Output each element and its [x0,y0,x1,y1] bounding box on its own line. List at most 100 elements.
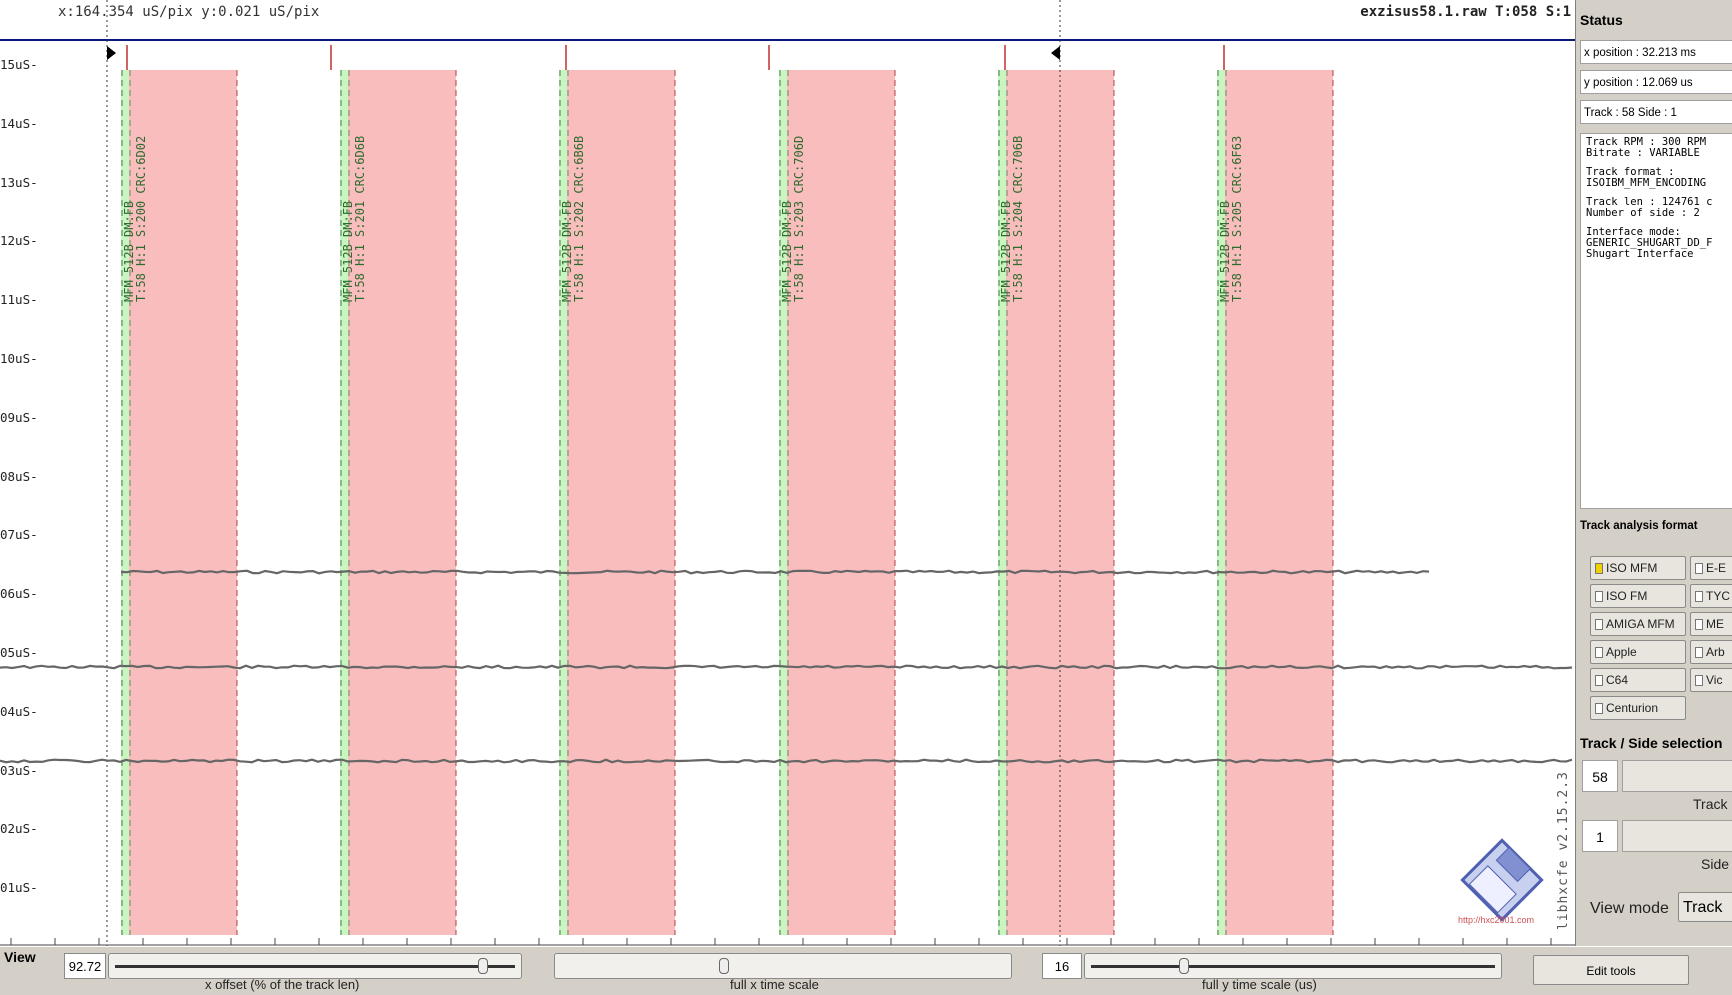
status-title: Status [1580,12,1623,28]
format-option-label: Apple [1606,645,1637,659]
track-info-line: Shugart Interface [1586,248,1694,260]
format-option-label: TYC [1706,589,1730,603]
y-axis-label: 11uS- [0,292,38,308]
format-option-label: AMIGA MFM [1606,617,1675,631]
sector-id-label: T:58 H:1 S:202 CRC:6B6B [572,135,586,302]
format-option-me[interactable]: ME [1690,612,1732,636]
view-label: View [4,949,36,965]
y-axis-label: 01uS- [0,880,38,896]
format-option-label: ISO FM [1606,589,1648,603]
sector-id-label: T:58 H:1 S:203 CRC:706D [792,135,806,302]
y-scale-value[interactable]: 16 [1042,953,1082,979]
format-option-c64[interactable]: C64 [1590,668,1686,692]
sector-id-label: T:58 H:1 S:205 CRC:6F63 [1230,135,1244,302]
y-axis-label: 14uS- [0,115,38,131]
right-cursor-arrow-icon [1051,46,1060,60]
track-side-field: Track : 58 Side : 1 [1580,100,1732,124]
checkbox-icon[interactable] [1595,703,1603,715]
format-option-iso-fm[interactable]: ISO FM [1590,584,1686,608]
format-option-apple[interactable]: Apple [1590,640,1686,664]
format-option-iso-mfm[interactable]: ISO MFM [1590,556,1686,580]
checkbox-icon[interactable] [1695,675,1703,687]
view-mode-label: View mode [1590,900,1669,917]
analysis-title: Track analysis format [1580,520,1698,532]
y-axis-label: 12uS- [0,233,38,249]
view-mode-select[interactable]: Track [1678,892,1732,922]
right-panel: Status x position : 32.213 ms y position… [1576,0,1732,946]
pulse-trace-long [120,569,1430,575]
format-option-centurion[interactable]: Centurion [1590,696,1686,720]
format-option-label: ISO MFM [1606,561,1658,575]
track-scope-view[interactable]: x:164.354 uS/pix y:0.021 uS/pix exzisus5… [0,0,1576,946]
left-cursor-arrow-icon [107,46,116,60]
format-option-label: ME [1706,617,1724,631]
y-scale-slider[interactable] [1084,953,1502,979]
version-text: libhxcfe v2.15.2.3 [1556,771,1571,930]
format-option-label: E-E [1706,561,1727,575]
sector-id-label: T:58 H:1 S:201 CRC:6D6B [353,135,367,302]
checkbox-icon[interactable] [1595,675,1603,687]
checkbox-icon[interactable] [1595,591,1603,603]
track-info-line: Bitrate : VARIABLE [1586,147,1700,159]
format-option-arb[interactable]: Arb [1690,640,1732,664]
y-axis-label: 04uS- [0,703,38,719]
track-info-line: Number of side : 2 [1586,207,1700,219]
track-info-line: ISOIBM_MFM_ENCODING [1586,177,1707,189]
y-axis-label: 13uS- [0,174,38,190]
sector-id-label: T:58 H:1 S:200 CRC:6D02 [134,135,148,302]
hxc-logo-icon [1460,838,1544,922]
y-axis-label: 10uS- [0,351,38,366]
format-option-label: Vic [1706,673,1723,687]
x-scale-caption: full x time scale [730,977,819,992]
file-track-readout: exzisus58.1.raw T:058 S:1 [1360,4,1571,20]
track-slider[interactable] [1622,760,1732,792]
checkbox-icon[interactable] [1695,619,1703,631]
y-position-field: y position : 12.069 us [1580,70,1732,94]
scope-canvas[interactable] [0,0,1575,946]
y-axis-label: 15uS- [0,57,38,72]
track-label: Track [1693,796,1728,812]
format-option-label: Centurion [1606,701,1659,715]
checkbox-icon[interactable] [1695,563,1703,575]
x-offset-thumb[interactable] [478,958,488,974]
checkbox-icon[interactable] [1595,647,1603,659]
x-offset-caption: x offset (% of the track len) [205,977,360,992]
y-axis-label: 06uS- [0,586,38,602]
selection-title: Track / Side selection [1580,735,1723,751]
checkbox-icon[interactable] [1595,619,1603,631]
y-scale-thumb[interactable] [1179,958,1189,974]
y-scale-caption: full y time scale (us) [1202,977,1317,992]
format-option-tyc[interactable]: TYC [1690,584,1732,608]
side-slider[interactable] [1622,820,1732,852]
x-offset-track [115,965,515,968]
format-option-ee[interactable]: E-E [1690,556,1732,580]
y-axis-label: 07uS- [0,527,38,543]
format-option-vic[interactable]: Vic [1690,668,1732,692]
format-option-label: C64 [1606,673,1629,687]
x-offset-value[interactable]: 92.72 [64,953,106,979]
track-info-box: Track RPM : 300 RPM Bitrate : VARIABLE Tra… [1580,133,1732,509]
y-axis-label: 02uS- [0,821,38,837]
x-scale-thumb[interactable] [719,958,729,974]
edit-tools-button[interactable]: Edit tools [1533,955,1689,985]
x-position-field: x position : 32.213 ms [1580,40,1732,64]
y-axis-label: 03uS- [0,762,38,778]
y-axis-label: 08uS- [0,468,38,484]
side-label: Side [1701,856,1730,872]
scale-readout: x:164.354 uS/pix y:0.021 uS/pix [58,4,320,20]
checkbox-icon[interactable] [1595,563,1603,575]
track-number-box[interactable]: 58 [1582,760,1618,792]
y-axis-label: 05uS- [0,645,38,660]
x-scale-slider[interactable] [554,953,1012,979]
y-scale-track [1091,965,1495,968]
format-option-label: Arb [1706,645,1725,659]
format-option-amiga-mfm[interactable]: AMIGA MFM [1590,612,1686,636]
view-controls: View 92.72 x offset (% of the track len)… [0,946,1732,995]
checkbox-icon[interactable] [1695,591,1703,603]
checkbox-icon[interactable] [1695,647,1703,659]
side-number-box[interactable]: 1 [1582,820,1618,852]
sector-id-label: T:58 H:1 S:204 CRC:706B [1011,135,1025,302]
watermark-url: http://hxc2001.com [1458,915,1535,925]
y-axis-label: 09uS- [0,409,38,425]
x-offset-slider[interactable] [108,953,522,979]
